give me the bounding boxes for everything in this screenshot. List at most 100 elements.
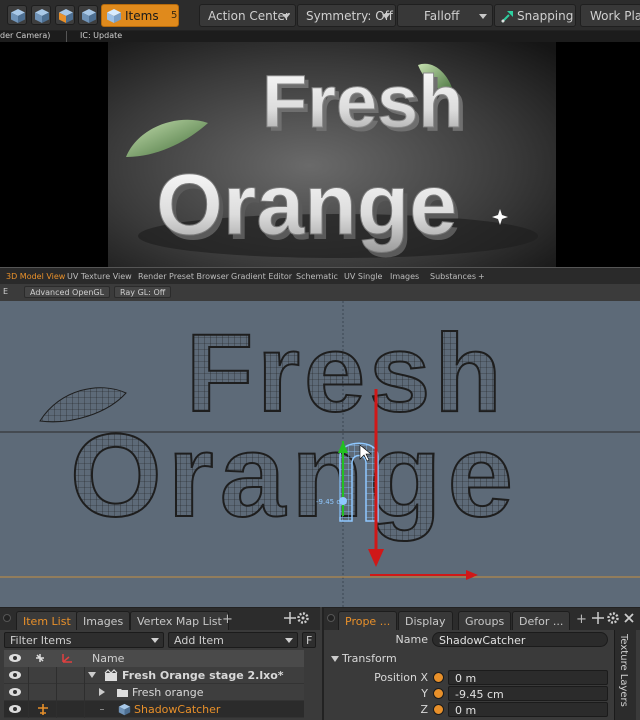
tab-gradient-editor[interactable]: Gradient Editor: [227, 270, 296, 284]
name-column-header[interactable]: Name: [92, 652, 124, 665]
properties-tabs: Prope ... Display Groups Defor ... +: [324, 608, 640, 630]
snapping-icon: [501, 11, 513, 23]
transform-section-title[interactable]: Transform: [342, 652, 397, 665]
panel-menu-icon[interactable]: [327, 614, 335, 622]
raygl-button[interactable]: Ray GL: Off: [114, 286, 172, 298]
shading-mode-button[interactable]: Advanced OpenGL: [24, 286, 111, 298]
symmetry-label: Symmetry: Off: [306, 9, 393, 23]
action-center-label: Action Center: [208, 9, 290, 23]
action-center-dropdown[interactable]: Action Center: [199, 4, 296, 27]
move-icon[interactable]: [284, 612, 296, 624]
render-title-line2: Orange: [156, 157, 457, 253]
viewport-canvas[interactable]: Fresh Orange -9.45 cm: [0, 301, 640, 607]
eye-icon[interactable]: [8, 704, 22, 714]
tab-uv-texture-view[interactable]: UV Texture View: [63, 270, 136, 284]
position-y-field[interactable]: -9.45 cm: [448, 686, 608, 701]
f-button[interactable]: F: [302, 632, 316, 648]
axis-icon[interactable]: [60, 652, 74, 664]
position-y-label: Y: [421, 687, 428, 700]
viewport-e-label[interactable]: E: [0, 286, 13, 298]
work-plane-button[interactable]: Work Plane: [580, 4, 640, 27]
polygon-mode-button[interactable]: [55, 5, 75, 25]
tab-3d-model-view[interactable]: 3D Model View: [2, 270, 69, 284]
keyframe-icon[interactable]: [433, 688, 444, 699]
tab-substances[interactable]: Substances: [426, 270, 480, 284]
f-button-label: F: [306, 634, 313, 647]
position-z-field[interactable]: 0 m: [448, 702, 608, 717]
z-axis-arrow-icon[interactable]: [368, 549, 384, 567]
close-icon[interactable]: [622, 611, 636, 625]
tab-item-list[interactable]: Item List: [16, 611, 78, 630]
eye-icon[interactable]: [8, 670, 22, 680]
material-mode-button[interactable]: [78, 5, 98, 25]
position-y-value: -9.45 cm: [455, 688, 504, 701]
falloff-dropdown[interactable]: Falloff: [397, 4, 493, 27]
tab-properties[interactable]: Prope ...: [338, 611, 398, 630]
tab-groups[interactable]: Groups: [458, 611, 512, 630]
divider: [84, 684, 85, 701]
add-item-dropdown[interactable]: Add Item: [168, 632, 298, 648]
gear-icon[interactable]: [606, 611, 620, 625]
filter-items-dropdown[interactable]: Filter Items: [4, 632, 164, 648]
gear-icon[interactable]: [296, 611, 310, 625]
3d-viewport[interactable]: Fresh Orange -9.45 cm: [0, 301, 640, 607]
add-item-label: Add Item: [174, 634, 224, 647]
name-field[interactable]: ShadowCatcher: [432, 632, 608, 647]
collapse-arrow-icon[interactable]: [331, 656, 339, 662]
chevron-down-icon: [282, 14, 290, 19]
list-item-shadowcatcher[interactable]: ShadowCatcher: [4, 701, 304, 718]
tab-deformers[interactable]: Defor ...: [512, 611, 571, 630]
add-tab-button[interactable]: +: [576, 612, 587, 627]
x-axis-arrow-icon[interactable]: [466, 570, 478, 580]
lock-icon[interactable]: [34, 652, 46, 664]
divider: [56, 667, 57, 684]
tab-render-preset-browser[interactable]: Render Preset Browser: [134, 270, 233, 284]
mesh-icon: [118, 703, 131, 716]
eye-icon[interactable]: [8, 653, 22, 663]
tab-uv-single[interactable]: UV Single: [340, 270, 386, 284]
list-item-scene[interactable]: Fresh Orange stage 2.lxo*: [4, 667, 304, 684]
panel-menu-icon[interactable]: [3, 614, 11, 622]
snapping-button[interactable]: Snapping: [494, 4, 576, 27]
symmetry-dropdown[interactable]: Symmetry: Off: [297, 4, 396, 27]
viewport-options-bar: E Advanced OpenGL Ray GL: Off: [0, 284, 640, 301]
items-mode-label: Items: [125, 9, 159, 23]
position-x-field[interactable]: 0 m: [448, 670, 608, 685]
falloff-label: Falloff: [424, 9, 460, 23]
tab-display[interactable]: Display: [398, 611, 453, 630]
tab-vertex-map-list[interactable]: Vertex Map List: [130, 611, 229, 630]
work-plane-label: Work Plane: [590, 9, 640, 23]
filter-items-label: Filter Items: [10, 634, 72, 647]
move-icon[interactable]: [592, 612, 604, 624]
keyframe-icon[interactable]: [433, 704, 444, 715]
tab-images[interactable]: Images: [76, 611, 131, 630]
render-camera-label[interactable]: der Camera): [0, 31, 50, 40]
expand-arrow-icon[interactable]: [88, 672, 96, 678]
add-tab-button[interactable]: +: [222, 612, 233, 627]
render-preview-panel: der Camera) IC: Update Fresh Fresh Orang…: [0, 31, 640, 267]
tree-connector: [100, 709, 104, 710]
expand-arrow-icon[interactable]: [99, 688, 105, 696]
eye-icon[interactable]: [8, 687, 22, 697]
items-mode-shortcut: 5: [171, 10, 178, 21]
keyframe-icon[interactable]: [433, 672, 444, 683]
cube-icon: [35, 9, 49, 23]
list-item-group[interactable]: Fresh orange: [4, 684, 304, 701]
snapping-label: Snapping: [517, 9, 574, 23]
items-mode-button[interactable]: Items 5: [101, 4, 179, 27]
tab-images[interactable]: Images: [386, 270, 423, 284]
position-x-label: Position X: [374, 671, 428, 684]
pin-icon[interactable]: [36, 703, 50, 716]
texture-layers-side-tab[interactable]: Texture Layers: [614, 630, 636, 720]
edge-mode-button[interactable]: [31, 5, 51, 25]
name-label: Name: [395, 633, 428, 646]
viewport-tabs: 3D Model View UV Texture View Render Pre…: [0, 267, 640, 284]
chevron-down-icon: [479, 14, 487, 19]
vertex-mode-button[interactable]: [7, 5, 27, 25]
tab-schematic[interactable]: Schematic: [292, 270, 342, 284]
chevron-down-icon: [285, 638, 293, 643]
app-window: Items 5 Action Center Symmetry: Off Fall…: [0, 0, 640, 720]
divider: [56, 701, 57, 718]
texture-layers-label: Texture Layers: [618, 634, 629, 707]
add-tab-button[interactable]: +: [474, 270, 489, 284]
